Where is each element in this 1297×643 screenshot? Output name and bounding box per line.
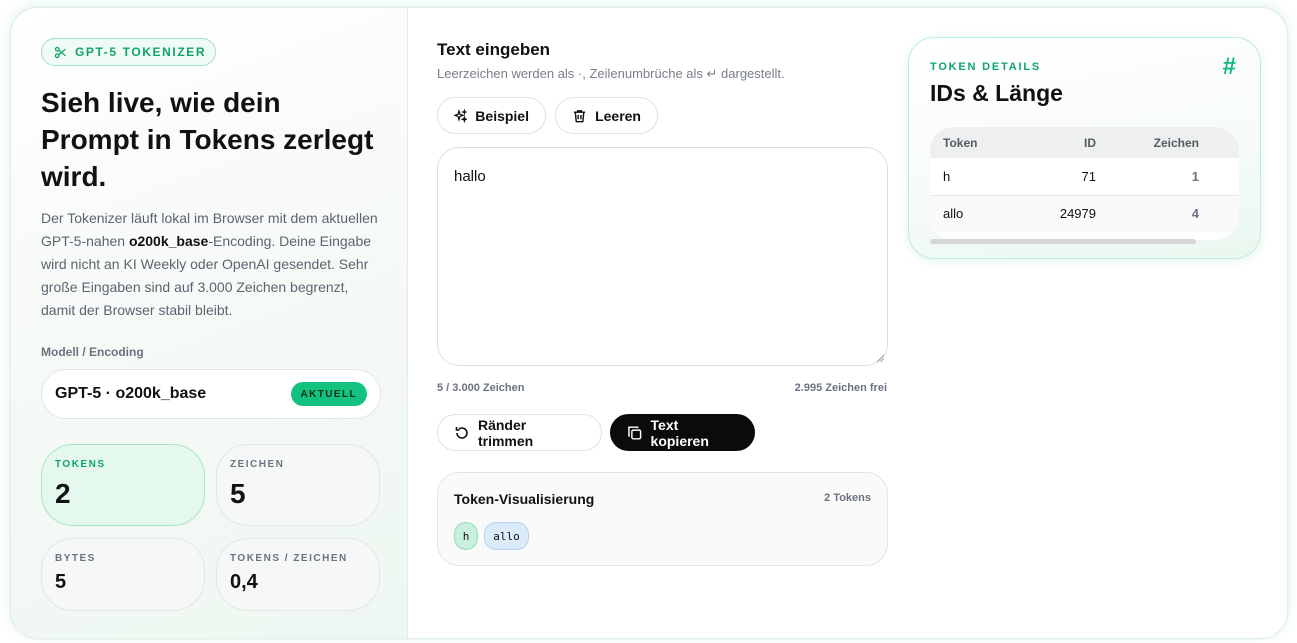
scissors-icon [54,46,66,58]
cell-id: 24979 [1059,206,1096,222]
stat-chars: ZEICHEN 5 [216,444,380,526]
example-button-label: Beispiel [475,107,529,124]
copy-button-label: Text kopieren [650,416,709,449]
token-chip[interactable]: h [454,522,478,550]
copy-text-button[interactable]: Text kopieren [610,414,755,451]
sparkles-icon [454,107,468,123]
desc-encoding: o200k_base [128,233,209,249]
token-table: Token ID Zeichen h 71 1 allo 24979 4 [930,127,1239,240]
viz-token-count: 2 Tokens [824,492,871,504]
stat-value: 0,4 [230,571,258,593]
cell-id: 71 [1081,168,1096,184]
tag-label: GPT-5 TOKENIZER [75,45,207,59]
table-scrollbar[interactable] [930,239,1196,244]
details-title: IDs & Länge [930,80,1063,106]
cell-chars: 4 [1191,206,1199,222]
table-row: allo 24979 4 [930,195,1239,232]
stat-tokens-per-char: TOKENS / ZEICHEN 0,4 [216,538,380,611]
tokenizer-tag: GPT-5 TOKENIZER [41,38,216,66]
trash-icon [573,109,586,122]
stat-label: BYTES [55,553,96,564]
left-panel: GPT-5 TOKENIZER Sieh live, wie dein Prom… [11,8,408,638]
viz-title: Token-Visualisierung [454,491,595,507]
table-row: h 71 1 [930,158,1239,195]
chars-remaining: 2.995 Zeichen frei [794,382,887,394]
char-count: 5 / 3.000 Zeichen [437,382,525,394]
token-visualization: Token-Visualisierung 2 Tokens h allo [437,472,888,566]
details-label: TOKEN DETAILS [930,61,1041,73]
cell-token: allo [943,206,964,222]
description: Der Tokenizer läuft lokal im Browser mit… [41,207,386,322]
cell-chars: 1 [1191,168,1199,184]
input-section-subtitle: Leerzeichen werden als ·, Zeilenumbrüche… [437,66,785,81]
cell-token: h [943,168,951,184]
hash-icon: # [1222,53,1236,80]
trim-button[interactable]: Ränder trimmen [437,414,602,451]
page-title: Sieh live, wie dein Prompt in Tokens zer… [41,87,374,192]
col-chars: Zeichen [1153,135,1199,150]
input-section-title: Text eingeben [437,40,551,59]
text-input[interactable]: hallo [437,147,888,366]
stat-label: TOKENS / ZEICHEN [230,553,348,564]
token-details-panel: TOKEN DETAILS IDs & Länge # Token ID Zei… [908,37,1261,259]
main-card: GPT-5 TOKENIZER Sieh live, wie dein Prom… [10,7,1288,639]
copy-icon [628,425,642,440]
stat-value: 2 [55,478,71,509]
stat-value: 5 [230,478,246,509]
col-id: ID [1084,135,1096,150]
stat-tokens: TOKENS 2 [41,444,205,526]
example-button[interactable]: Beispiel [437,97,546,134]
model-name: GPT-5 · o200k_base [55,385,207,402]
model-selector[interactable]: GPT-5 · o200k_base AKTUELL [41,369,381,419]
status-badge: AKTUELL [290,382,367,406]
resize-handle-icon[interactable] [876,354,884,362]
stat-label: TOKENS [55,459,106,470]
stat-bytes: BYTES 5 [41,538,205,611]
model-label: Modell / Encoding [41,345,144,359]
stat-value: 5 [55,571,67,593]
trim-button-label: Ränder trimmen [477,416,534,449]
table-header: Token ID Zeichen [930,127,1239,158]
token-chip[interactable]: allo [484,522,529,550]
col-token: Token [943,135,978,150]
text-input-value: hallo [454,168,486,185]
stat-label: ZEICHEN [230,459,285,470]
rotate-icon [455,426,468,439]
clear-button[interactable]: Leeren [555,97,658,134]
clear-button-label: Leeren [595,107,641,124]
